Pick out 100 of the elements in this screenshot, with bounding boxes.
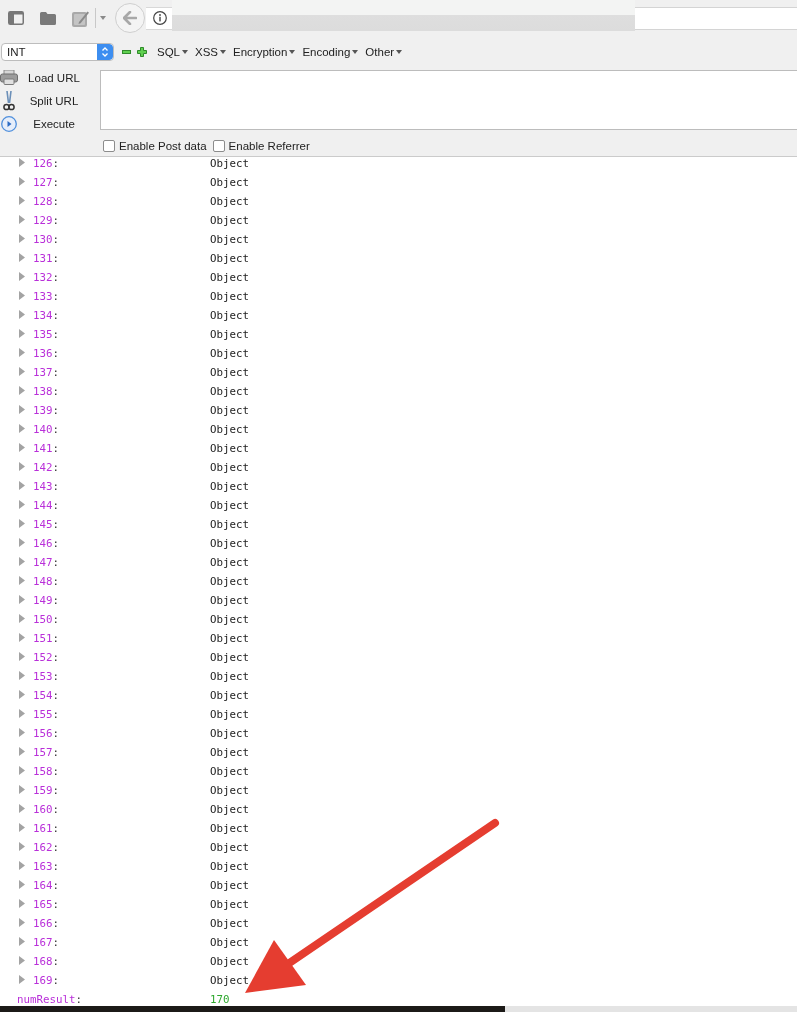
disclosure-triangle-icon[interactable] — [19, 234, 25, 243]
property-value: Object — [210, 290, 249, 303]
property-value: Object — [210, 632, 249, 645]
disclosure-triangle-icon[interactable] — [19, 557, 25, 566]
checkbox[interactable] — [212, 139, 225, 152]
property-value: Object — [210, 252, 249, 265]
disclosure-triangle-icon[interactable] — [19, 424, 25, 433]
menu-button[interactable]: SQL — [157, 43, 188, 61]
disclosure-triangle-icon[interactable] — [19, 310, 25, 319]
info-icon[interactable] — [153, 11, 167, 25]
disclosure-triangle-icon[interactable] — [19, 728, 25, 737]
disclosure-triangle-icon[interactable] — [19, 842, 25, 851]
disclosure-triangle-icon[interactable] — [19, 956, 25, 965]
property-key: 136: — [33, 347, 60, 360]
disclosure-triangle-icon[interactable] — [19, 899, 25, 908]
disclosure-triangle-icon[interactable] — [19, 500, 25, 509]
property-key: 148: — [33, 575, 60, 588]
property-value: Object — [210, 765, 249, 778]
disclosure-triangle-icon[interactable] — [19, 766, 25, 775]
disclosure-triangle-icon[interactable] — [19, 158, 25, 167]
disclosure-triangle-icon[interactable] — [19, 652, 25, 661]
disclosure-triangle-icon[interactable] — [19, 576, 25, 585]
minus-icon[interactable] — [122, 50, 131, 54]
disclosure-triangle-icon[interactable] — [19, 291, 25, 300]
disclosure-triangle-icon[interactable] — [19, 538, 25, 547]
url-textarea[interactable] — [100, 70, 797, 130]
menu-button[interactable]: XSS — [195, 43, 227, 61]
property-key: 166: — [33, 917, 60, 930]
disclosure-triangle-icon[interactable] — [19, 481, 25, 490]
property-value: Object — [210, 271, 249, 284]
disclosure-triangle-icon[interactable] — [19, 253, 25, 262]
disclosure-triangle-icon[interactable] — [19, 823, 25, 832]
notepad-pencil-icon[interactable] — [72, 9, 89, 27]
type-select[interactable]: INT — [1, 43, 114, 61]
property-value: Object — [210, 727, 249, 740]
disclosure-triangle-icon[interactable] — [19, 633, 25, 642]
disclosure-triangle-icon[interactable] — [19, 671, 25, 680]
caret-icon — [352, 50, 359, 54]
folder-icon[interactable] — [40, 11, 56, 25]
disclosure-triangle-icon[interactable] — [19, 329, 25, 338]
plus-icon[interactable] — [137, 47, 147, 57]
disclosure-triangle-icon[interactable] — [19, 804, 25, 813]
disclosure-triangle-icon[interactable] — [19, 215, 25, 224]
checkbox[interactable] — [103, 139, 115, 152]
sidebar-icon[interactable] — [8, 11, 24, 25]
disclosure-triangle-icon[interactable] — [19, 443, 25, 452]
property-key: 149: — [33, 594, 60, 607]
property-key: 162: — [33, 841, 60, 854]
disclosure-triangle-icon[interactable] — [19, 367, 25, 376]
disclosure-triangle-icon[interactable] — [19, 747, 25, 756]
property-value: Object — [210, 784, 249, 797]
menu-button[interactable]: Encoding — [302, 43, 359, 61]
execute-button[interactable]: Execute — [0, 112, 90, 135]
disclosure-triangle-icon[interactable] — [19, 272, 25, 281]
property-key: 132: — [33, 271, 60, 284]
disclosure-triangle-icon[interactable] — [19, 405, 25, 414]
disclosure-triangle-icon[interactable] — [19, 975, 25, 984]
property-value: Object — [210, 442, 249, 455]
disclosure-triangle-icon[interactable] — [19, 177, 25, 186]
property-value: Object — [210, 879, 249, 892]
property-key: 164: — [33, 879, 60, 892]
disclosure-triangle-icon[interactable] — [19, 690, 25, 699]
menu-button[interactable]: Other — [365, 43, 403, 61]
property-value: Object — [210, 195, 249, 208]
property-value: Object — [210, 423, 249, 436]
disclosure-triangle-icon[interactable] — [19, 918, 25, 927]
property-key: 155: — [33, 708, 60, 721]
property-key: 134: — [33, 309, 60, 322]
disclosure-triangle-icon[interactable] — [19, 937, 25, 946]
disclosure-triangle-icon[interactable] — [19, 196, 25, 205]
property-key: 163: — [33, 860, 60, 873]
property-key: 157: — [33, 746, 60, 759]
disclosure-triangle-icon[interactable] — [19, 386, 25, 395]
disclosure-triangle-icon[interactable] — [19, 880, 25, 889]
disclosure-triangle-icon[interactable] — [19, 519, 25, 528]
property-key: 141: — [33, 442, 60, 455]
disclosure-triangle-icon[interactable] — [19, 595, 25, 604]
updown-arrows-icon — [97, 44, 113, 60]
disclosure-triangle-icon[interactable] — [19, 709, 25, 718]
property-value: Object — [210, 651, 249, 664]
url-field[interactable] — [146, 6, 172, 30]
split-url-button[interactable]: Split URL — [0, 89, 90, 112]
disclosure-triangle-icon[interactable] — [19, 462, 25, 471]
property-value: Object — [210, 613, 249, 626]
caret-icon[interactable] — [100, 16, 106, 20]
property-value: Object — [210, 556, 249, 569]
load-url-button[interactable]: Load URL — [0, 66, 90, 89]
property-key: 156: — [33, 727, 60, 740]
search-field[interactable] — [635, 6, 797, 30]
property-value: Object — [210, 575, 249, 588]
disclosure-triangle-icon[interactable] — [19, 348, 25, 357]
disclosure-triangle-icon[interactable] — [19, 785, 25, 794]
disclosure-triangle-icon[interactable] — [19, 861, 25, 870]
property-value: Object — [210, 746, 249, 759]
menu-button[interactable]: Encryption — [233, 43, 296, 61]
checkbox-label: Enable Referrer — [228, 139, 310, 152]
disclosure-triangle-icon[interactable] — [19, 614, 25, 623]
property-value: Object — [210, 955, 249, 968]
property-value: Object — [210, 214, 249, 227]
property-value: Object — [210, 366, 249, 379]
